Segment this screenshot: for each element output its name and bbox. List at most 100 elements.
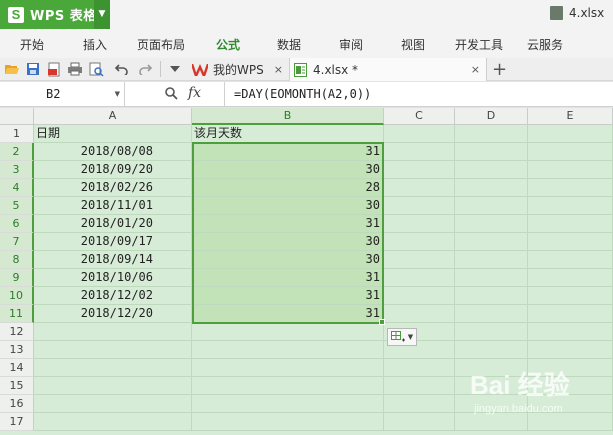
cell-d5[interactable] [455,197,528,215]
row-header-6[interactable]: 6 [0,215,34,233]
cell-d3[interactable] [455,161,528,179]
row-header-8[interactable]: 8 [0,251,34,269]
cell-e10[interactable] [528,287,613,305]
cell-a15[interactable] [34,377,192,395]
app-menu-dropdown-icon[interactable]: ▼ [94,0,110,29]
row-header-2[interactable]: 2 [0,143,34,161]
menu-insert[interactable]: 插入 [83,36,107,53]
row-header-11[interactable]: 11 [0,305,34,323]
cell-b17[interactable] [192,413,384,431]
cell-e2[interactable] [528,143,613,161]
tab-4-xlsx[interactable]: 4.xlsx * × [289,58,487,81]
save-icon[interactable] [25,61,41,77]
cell-e6[interactable] [528,215,613,233]
cell-b16[interactable] [192,395,384,413]
menu-data[interactable]: 数据 [277,36,301,53]
close-tab-icon[interactable]: × [274,63,283,76]
cell-b8[interactable]: 30 [192,251,384,269]
cell-d1[interactable] [455,125,528,143]
cell-d13[interactable] [455,341,528,359]
cell-c3[interactable] [384,161,455,179]
cell-c16[interactable] [384,395,455,413]
menu-cloud-services[interactable]: 云服务 [527,36,563,53]
cell-d11[interactable] [455,305,528,323]
cell-c14[interactable] [384,359,455,377]
cell-d6[interactable] [455,215,528,233]
redo-icon[interactable] [137,61,153,77]
cell-e7[interactable] [528,233,613,251]
row-header-3[interactable]: 3 [0,161,34,179]
cell-d8[interactable] [455,251,528,269]
cell-c11[interactable] [384,305,455,323]
cell-a13[interactable] [34,341,192,359]
menu-review[interactable]: 审阅 [339,36,363,53]
cell-a6[interactable]: 2018/01/20 [34,215,192,233]
cell-a11[interactable]: 2018/12/20 [34,305,192,323]
cell-e8[interactable] [528,251,613,269]
row-header-13[interactable]: 13 [0,341,34,359]
row-header-1[interactable]: 1 [0,125,34,143]
cell-a10[interactable]: 2018/12/02 [34,287,192,305]
cell-b2[interactable]: 31 [192,143,384,161]
cell-c2[interactable] [384,143,455,161]
print-icon[interactable] [67,61,83,77]
cell-e5[interactable] [528,197,613,215]
print-preview-icon[interactable] [88,61,104,77]
cell-b13[interactable] [192,341,384,359]
cell-e1[interactable] [528,125,613,143]
undo-icon[interactable] [114,61,130,77]
cell-b5[interactable]: 30 [192,197,384,215]
row-header-15[interactable]: 15 [0,377,34,395]
cell-d9[interactable] [455,269,528,287]
column-header-c[interactable]: C [384,108,455,125]
cell-b7[interactable]: 30 [192,233,384,251]
cell-d10[interactable] [455,287,528,305]
column-header-b[interactable]: B [192,108,384,125]
cell-a2[interactable]: 2018/08/08 [34,143,192,161]
row-header-5[interactable]: 5 [0,197,34,215]
cell-b15[interactable] [192,377,384,395]
menu-formulas[interactable]: 公式 [216,36,240,53]
name-box[interactable]: B2 ▼ [0,82,125,106]
row-header-7[interactable]: 7 [0,233,34,251]
column-header-a[interactable]: A [34,108,192,125]
cell-c9[interactable] [384,269,455,287]
row-header-9[interactable]: 9 [0,269,34,287]
cell-c5[interactable] [384,197,455,215]
cell-c7[interactable] [384,233,455,251]
menu-page-layout[interactable]: 页面布局 [137,36,185,53]
more-dropdown-icon[interactable] [167,61,183,77]
cell-c15[interactable] [384,377,455,395]
cell-a7[interactable]: 2018/09/17 [34,233,192,251]
formula-input[interactable]: =DAY(EOMONTH(A2,0)) [224,82,613,106]
cell-c17[interactable] [384,413,455,431]
cell-c1[interactable] [384,125,455,143]
cell-b14[interactable] [192,359,384,377]
cell-e12[interactable] [528,323,613,341]
export-pdf-icon[interactable] [46,61,62,77]
menu-home[interactable]: 开始 [20,36,44,53]
cell-a8[interactable]: 2018/09/14 [34,251,192,269]
open-folder-icon[interactable] [4,61,20,77]
cell-d7[interactable] [455,233,528,251]
cell-b1[interactable]: 该月天数 [192,125,384,143]
cell-e11[interactable] [528,305,613,323]
cell-b12[interactable] [192,323,384,341]
cell-c6[interactable] [384,215,455,233]
row-header-12[interactable]: 12 [0,323,34,341]
column-header-d[interactable]: D [455,108,528,125]
cell-d4[interactable] [455,179,528,197]
cell-d2[interactable] [455,143,528,161]
cell-c10[interactable] [384,287,455,305]
fill-handle[interactable] [379,319,385,325]
insert-function-fx-button[interactable]: fx [188,85,201,101]
cell-e4[interactable] [528,179,613,197]
cell-a16[interactable] [34,395,192,413]
cell-a5[interactable]: 2018/11/01 [34,197,192,215]
row-header-4[interactable]: 4 [0,179,34,197]
row-header-10[interactable]: 10 [0,287,34,305]
cell-a14[interactable] [34,359,192,377]
cell-a12[interactable] [34,323,192,341]
cell-a3[interactable]: 2018/09/20 [34,161,192,179]
autofill-options-button[interactable]: ▼ [387,328,417,346]
